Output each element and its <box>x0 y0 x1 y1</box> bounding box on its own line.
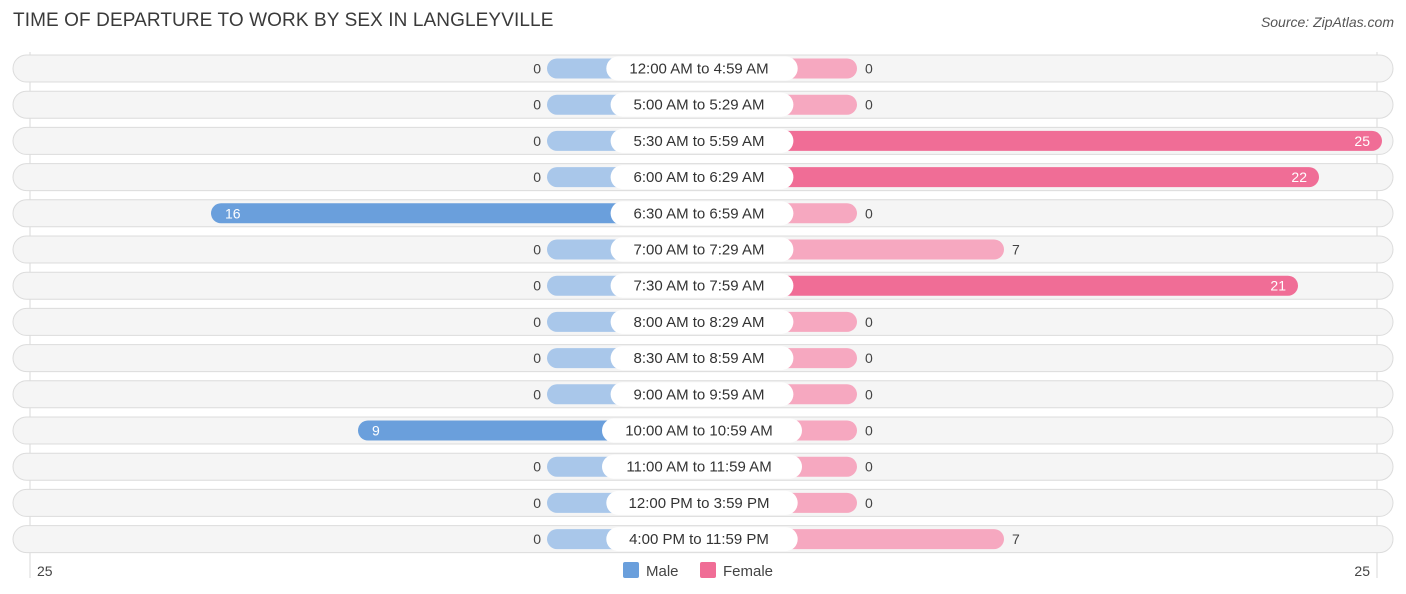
female-value-label: 7 <box>1012 531 1020 547</box>
legend-male-swatch <box>623 562 639 578</box>
female-value-label: 21 <box>1270 278 1286 294</box>
axis-right-max-label: 25 <box>1354 563 1370 579</box>
female-value-label: 22 <box>1291 169 1307 185</box>
category-label: 8:30 AM to 8:59 AM <box>634 350 765 367</box>
male-value-label: 0 <box>533 459 541 475</box>
female-value-label: 7 <box>1012 242 1020 258</box>
female-value-label: 0 <box>865 386 873 402</box>
male-value-label: 0 <box>533 386 541 402</box>
male-value-label: 0 <box>533 169 541 185</box>
male-value-label: 0 <box>533 314 541 330</box>
category-label: 5:00 AM to 5:29 AM <box>634 97 765 114</box>
male-value-label: 0 <box>533 278 541 294</box>
category-label: 4:00 PM to 11:59 PM <box>629 531 769 548</box>
category-label: 10:00 AM to 10:59 AM <box>625 423 773 440</box>
male-value-label: 0 <box>533 495 541 511</box>
category-label: 5:30 AM to 5:59 AM <box>634 133 765 150</box>
female-bar[interactable] <box>702 130 1382 151</box>
female-value-label: 0 <box>865 350 873 366</box>
female-value-label: 0 <box>865 97 873 113</box>
male-value-label: 0 <box>533 97 541 113</box>
legend-female-swatch <box>700 562 716 578</box>
category-label: 9:00 AM to 9:59 AM <box>634 386 765 403</box>
category-label: 12:00 AM to 4:59 AM <box>629 61 768 78</box>
female-value-label: 0 <box>865 205 873 221</box>
category-label: 7:30 AM to 7:59 AM <box>634 278 765 295</box>
female-value-label: 0 <box>865 61 873 77</box>
category-label: 11:00 AM to 11:59 AM <box>626 459 771 476</box>
chart-svg: 0 0 12:00 AM to 4:59 AM 0 0 5:00 AM to 5:29 A… <box>12 52 1394 580</box>
category-label: 6:00 AM to 6:29 AM <box>634 169 765 186</box>
male-value-label: 0 <box>533 242 541 258</box>
female-bar[interactable] <box>702 167 1319 188</box>
male-value-label: 0 <box>533 350 541 366</box>
category-label: 8:00 AM to 8:29 AM <box>634 314 765 331</box>
legend-female-label: Female <box>723 563 773 580</box>
female-value-label: 0 <box>865 314 873 330</box>
axis-left-max-label: 25 <box>37 563 53 579</box>
legend-male-label: Male <box>646 563 679 580</box>
female-value-label: 0 <box>865 423 873 439</box>
female-value-label: 25 <box>1354 133 1370 149</box>
category-label: 12:00 PM to 3:59 PM <box>629 495 770 512</box>
male-value-label: 0 <box>533 133 541 149</box>
male-value-label: 0 <box>533 531 541 547</box>
category-label: 7:00 AM to 7:29 AM <box>634 242 765 259</box>
male-value-label: 9 <box>372 423 380 439</box>
male-value-label: 16 <box>225 205 241 221</box>
category-label: 6:30 AM to 6:59 AM <box>634 205 765 222</box>
male-value-label: 0 <box>533 61 541 77</box>
female-value-label: 0 <box>865 459 873 475</box>
female-value-label: 0 <box>865 495 873 511</box>
